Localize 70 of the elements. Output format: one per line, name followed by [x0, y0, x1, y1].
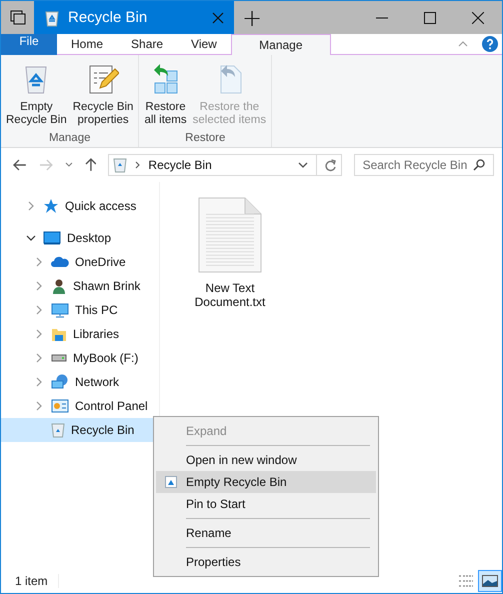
- search-icon: [472, 159, 485, 171]
- tree-item[interactable]: OneDrive: [1, 250, 156, 274]
- ribbon-button[interactable]: Restore all items: [141, 55, 190, 132]
- tree-item[interactable]: MyBook (F:): [1, 346, 156, 370]
- group-label: Manage: [48, 132, 90, 146]
- file-item[interactable]: New Text Document.txt: [190, 197, 270, 309]
- recycle-bin-icon: [44, 8, 60, 26]
- tree-item[interactable]: Network: [1, 370, 156, 394]
- expand-icon[interactable]: [26, 201, 36, 211]
- collapse-icon[interactable]: [26, 233, 36, 243]
- tree-item[interactable]: Desktop: [1, 226, 156, 250]
- expand-icon[interactable]: [34, 329, 44, 339]
- expand-icon[interactable]: [34, 401, 44, 411]
- notepad-pencil-icon: [87, 63, 120, 95]
- close-icon[interactable]: [212, 12, 224, 24]
- group-label: Restore: [185, 132, 226, 146]
- address-bar[interactable]: Recycle Bin: [108, 154, 342, 176]
- drive-icon: [51, 354, 67, 362]
- folder-icon: [51, 326, 67, 342]
- expand-icon[interactable]: [34, 377, 44, 387]
- monitor-icon: [43, 231, 61, 245]
- selected-tree-item[interactable]: Recycle Bin: [1, 418, 156, 442]
- recycle-bin-icon: [165, 476, 177, 488]
- recent-locations-icon[interactable]: [64, 162, 73, 168]
- window-switch-icon[interactable]: [10, 10, 26, 26]
- item-count: 1 item: [15, 574, 48, 588]
- expand-icon[interactable]: [34, 257, 44, 267]
- menu-item[interactable]: Rename: [156, 522, 376, 544]
- ribbon-tab[interactable]: Share: [117, 34, 178, 55]
- ribbon-tab[interactable]: Home: [57, 34, 118, 55]
- list-icon: [458, 574, 474, 588]
- computer-icon: [51, 302, 69, 318]
- tree-item[interactable]: Quick access: [1, 194, 156, 218]
- control-panel-icon: [51, 399, 69, 413]
- tree-item[interactable]: Libraries: [1, 322, 156, 346]
- menu-item[interactable]: Pin to Start: [156, 493, 376, 515]
- dropdown-icon[interactable]: [298, 162, 308, 168]
- menu-item[interactable]: Properties: [156, 551, 376, 573]
- maximize-icon[interactable]: [424, 12, 436, 24]
- ribbon-tab[interactable]: Manage: [230, 34, 331, 55]
- collapse-ribbon-icon[interactable]: [458, 41, 468, 47]
- search-field[interactable]: Search Recycle Bin: [354, 154, 494, 176]
- back-icon[interactable]: [13, 159, 27, 171]
- menu-item[interactable]: Empty Recycle Bin: [156, 471, 376, 493]
- menu-item[interactable]: Open in new window: [156, 449, 376, 471]
- new-tab-button[interactable]: +: [234, 1, 270, 34]
- tree-item[interactable]: Control Panel: [1, 394, 156, 418]
- ribbon-tab[interactable]: View: [177, 34, 231, 55]
- expand-icon[interactable]: [34, 353, 44, 363]
- window-title: Recycle Bin: [68, 9, 148, 26]
- tree-item[interactable]: This PC: [1, 298, 156, 322]
- help-icon[interactable]: [482, 36, 498, 52]
- tree-item[interactable]: Shawn Brink: [1, 274, 156, 298]
- recycle-bin-icon: [51, 422, 65, 438]
- expand-icon[interactable]: [34, 305, 44, 315]
- refresh-icon[interactable]: [324, 158, 337, 172]
- recycle-bin-icon: [113, 157, 128, 173]
- text-document-icon: [198, 197, 262, 273]
- star-icon: [43, 198, 59, 214]
- large-icons-view-button[interactable]: [478, 570, 502, 592]
- expand-icon[interactable]: [34, 281, 44, 291]
- ribbon-button[interactable]: Recycle Bin properties: [70, 55, 136, 132]
- cloud-icon: [51, 256, 69, 268]
- chevron-icon: [135, 161, 140, 169]
- person-icon: [51, 278, 67, 294]
- ribbon-button[interactable]: Empty Recycle Bin: [3, 55, 70, 132]
- close-icon[interactable]: [472, 12, 484, 24]
- window-tab[interactable]: Recycle Bin: [34, 1, 234, 34]
- up-icon[interactable]: [84, 158, 96, 172]
- image-icon: [482, 574, 498, 588]
